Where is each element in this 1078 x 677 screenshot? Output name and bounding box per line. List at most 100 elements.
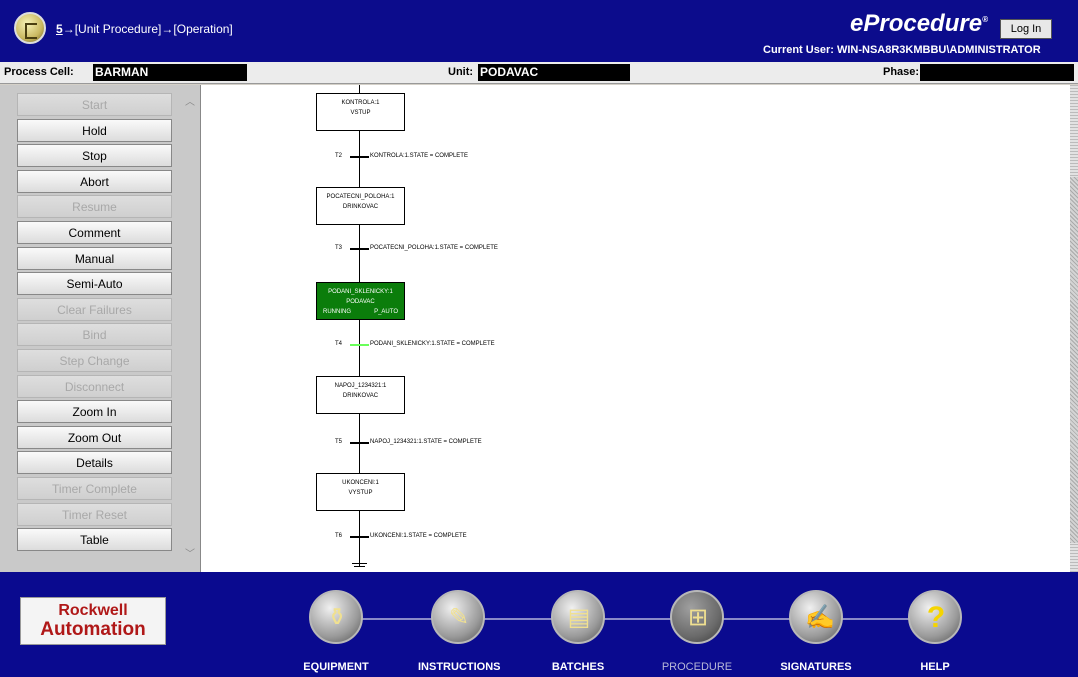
breadcrumb-arrow: → xyxy=(62,22,75,36)
sfc-end-symbol xyxy=(352,563,367,564)
hold-button[interactable]: Hold xyxy=(17,118,172,142)
batches-icon-glyph: ▤ xyxy=(567,604,591,631)
transition-condition: KONTROLA:1.STATE = COMPLETE xyxy=(370,153,468,159)
header-bar: 5→[Unit Procedure]→[Operation] eProcedur… xyxy=(0,0,1078,62)
step-name: NAPOJ_1234321:1 xyxy=(334,383,387,389)
phase-field xyxy=(920,64,1074,81)
command-panel: Start Hold Stop Abort Resume Comment Manual Sem… xyxy=(0,85,200,572)
transition-bar-t3[interactable] xyxy=(350,248,369,250)
semi-auto-button[interactable]: Semi-Auto xyxy=(17,272,172,296)
footer-nav-bar: Rockwell Automation ⚱ EQUIPMENT ✎ INSTRUCTI… xyxy=(0,572,1078,677)
details-button[interactable]: Details xyxy=(17,451,172,475)
nav-equipment[interactable]: ⚱ EQUIPMENT xyxy=(296,590,376,673)
nav-instructions[interactable]: ✎ INSTRUCTIONS xyxy=(418,590,501,673)
stop-button[interactable]: Stop xyxy=(17,144,172,168)
signatures-icon[interactable]: ✍ xyxy=(789,590,843,644)
abort-button[interactable]: Abort xyxy=(17,169,172,193)
nav-signatures[interactable]: ✍ SIGNATURES xyxy=(776,590,856,673)
sfc-step-kontrola[interactable]: KONTROLA:1 VSTUP xyxy=(316,93,405,131)
transition-bar-t4[interactable] xyxy=(350,344,369,346)
canvas-scroll-thumb[interactable] xyxy=(1070,177,1078,543)
nav-label: EQUIPMENT xyxy=(303,661,369,673)
step-unit: PODAVAC xyxy=(346,299,375,305)
nav-label: PROCEDURE xyxy=(661,661,733,673)
transition-name: T4 xyxy=(335,341,343,347)
breadcrumb-path: [Unit Procedure]→[Operation] xyxy=(74,22,233,36)
step-state: RUNNING xyxy=(323,309,351,315)
clear-failures-button[interactable]: Clear Failures xyxy=(17,297,172,321)
transition-condition: NAPOJ_1234321:1.STATE = COMPLETE xyxy=(370,439,482,445)
panel-scroll-up-icon[interactable]: ︿ xyxy=(183,93,197,108)
manual-button[interactable]: Manual xyxy=(17,246,172,270)
sfc-canvas[interactable]: KONTROLA:1 VSTUP T2 KONTROLA:1.STATE = C… xyxy=(200,85,1073,572)
breadcrumb: 5→[Unit Procedure]→[Operation] xyxy=(56,22,233,36)
zoom-out-button[interactable]: Zoom Out xyxy=(17,425,172,449)
step-unit: DRINKOVAC xyxy=(342,204,379,210)
home-icon[interactable] xyxy=(14,12,46,44)
step-unit: VSTUP xyxy=(350,110,371,116)
unit-field: PODAVAC xyxy=(478,64,630,81)
rockwell-automation-logo: Rockwell Automation xyxy=(20,597,166,645)
help-icon[interactable]: ? xyxy=(908,590,962,644)
sfc-end-symbol-bar xyxy=(354,566,365,567)
transition-bar-t6[interactable] xyxy=(350,536,369,538)
transition-condition: POCATECNI_POLOHA:1.STATE = COMPLETE xyxy=(370,245,498,251)
disconnect-button[interactable]: Disconnect xyxy=(17,374,172,398)
step-name: PODANI_SKLENICKY:1 xyxy=(328,289,393,295)
current-user-label: Current User: WIN-NSA8R3KMBBU\ADMINISTRA… xyxy=(763,44,1041,56)
zoom-in-button[interactable]: Zoom In xyxy=(17,400,172,424)
nav-label: SIGNATURES xyxy=(780,661,852,673)
step-change-button[interactable]: Step Change xyxy=(17,349,172,372)
process-cell-field: BARMAN xyxy=(93,64,247,81)
comment-button[interactable]: Comment xyxy=(17,221,172,244)
table-button[interactable]: Table xyxy=(17,528,172,552)
transition-bar-t2[interactable] xyxy=(350,156,369,158)
start-button[interactable]: Start xyxy=(17,93,172,116)
step-unit: VYSTUP xyxy=(348,490,373,496)
brand-name: eProcedure xyxy=(850,10,983,37)
equipment-icon[interactable]: ⚱ xyxy=(309,590,363,644)
transition-name: T6 xyxy=(335,533,343,539)
step-unit: DRINKOVAC xyxy=(342,393,379,399)
sfc-step-podani-sklenicky[interactable]: PODANI_SKLENICKY:1 PODAVAC RUNNING P_AUT… xyxy=(316,282,405,320)
logo-line2: Automation xyxy=(40,619,146,640)
transition-name: T5 xyxy=(335,439,343,445)
panel-scroll-down-icon[interactable]: ﹀ xyxy=(183,545,197,560)
login-button[interactable]: Log In xyxy=(1000,19,1052,39)
step-name: POCATECNI_POLOHA:1 xyxy=(326,194,395,200)
procedure-icon[interactable]: ⊞ xyxy=(670,590,724,644)
instructions-icon[interactable]: ✎ xyxy=(431,590,485,644)
procedure-icon-glyph: ⊞ xyxy=(687,604,709,631)
sfc-step-ukonceni[interactable]: UKONCENI:1 VYSTUP xyxy=(316,473,405,511)
canvas-vertical-scrollbar[interactable] xyxy=(1070,85,1078,572)
transition-bar-t5[interactable] xyxy=(350,442,369,444)
breadcrumb-level-link[interactable]: 5 xyxy=(56,22,63,36)
transition-name: T2 xyxy=(335,153,343,159)
instructions-icon-glyph: ✎ xyxy=(448,604,470,631)
logo-line1: Rockwell xyxy=(58,602,128,619)
sfc-step-pocatecni-poloha[interactable]: POCATECNI_POLOHA:1 DRINKOVAC xyxy=(316,187,405,225)
nav-label: HELP xyxy=(920,661,950,673)
timer-reset-button[interactable]: Timer Reset xyxy=(17,502,172,526)
brand-trademark: ® xyxy=(982,15,988,24)
transition-name: T3 xyxy=(335,245,343,251)
sfc-step-napoj[interactable]: NAPOJ_1234321:1 DRINKOVAC xyxy=(316,376,405,414)
step-name: KONTROLA:1 xyxy=(341,100,380,106)
bind-button[interactable]: Bind xyxy=(17,323,172,347)
unit-label: Unit: xyxy=(448,66,474,78)
signatures-icon-glyph: ✍ xyxy=(805,604,835,631)
nav-label: INSTRUCTIONS xyxy=(418,661,501,673)
resume-button[interactable]: Resume xyxy=(17,195,172,219)
nav-label: BATCHES xyxy=(551,661,605,673)
context-bar: Process Cell: BARMAN Unit: PODAVAC Phase… xyxy=(0,62,1078,84)
timer-complete-button[interactable]: Timer Complete xyxy=(17,477,172,500)
step-name: UKONCENI:1 xyxy=(342,480,379,486)
nav-help[interactable]: ? HELP xyxy=(895,590,975,673)
nav-batches[interactable]: ▤ BATCHES xyxy=(538,590,618,673)
transition-condition: UKONCENI:1.STATE = COMPLETE xyxy=(370,533,467,539)
brand-title: eProcedure® xyxy=(850,10,988,38)
phase-label: Phase: xyxy=(883,66,920,78)
nav-procedure[interactable]: ⊞ PROCEDURE xyxy=(657,590,737,673)
process-cell-label: Process Cell: xyxy=(4,66,74,78)
batches-icon[interactable]: ▤ xyxy=(551,590,605,644)
